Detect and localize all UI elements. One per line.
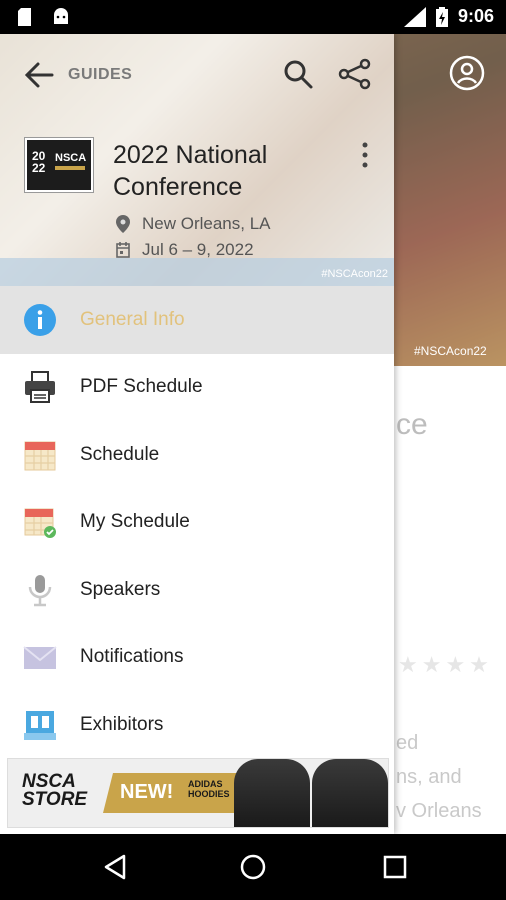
menu-item-label: My Schedule	[80, 511, 190, 533]
android-icon	[54, 8, 68, 24]
menu-item-label: Speakers	[80, 578, 161, 600]
status-time: 9:06	[457, 6, 494, 26]
menu-item-label: PDF Schedule	[80, 376, 203, 398]
menu-item-my-schedule[interactable]: My Schedule	[0, 489, 394, 557]
menu-item-label: Exhibitors	[80, 713, 164, 735]
background-heading: ce	[396, 408, 428, 441]
header-hashtag: #NSCAcon22	[321, 268, 388, 280]
banner-brand-text: ADIDAS HOODIES	[188, 779, 230, 799]
drawer-header: #NSCAcon22 GUIDES 20 22 NSCA 2022 Nationa…	[0, 34, 394, 286]
logo-org: NSCA	[55, 152, 87, 164]
background-text-line: v Orleans	[396, 800, 482, 822]
background-rating-stars: ★★★★	[398, 652, 493, 677]
date-row: Jul 6 – 9, 2022	[116, 240, 254, 260]
menu-item-label: Schedule	[80, 443, 160, 465]
info-icon	[22, 302, 58, 338]
back-arrow-icon[interactable]	[22, 58, 56, 92]
microphone-icon	[22, 572, 58, 608]
status-bar: 9:06	[0, 0, 506, 34]
hoodie-image	[234, 759, 310, 827]
search-icon[interactable]	[282, 58, 314, 90]
conference-title: 2022 National Conference	[113, 141, 268, 201]
store-banner-ad[interactable]: NSCA STORE NEW! ADIDAS HOODIES	[7, 758, 389, 828]
logo-year: 20 22	[32, 149, 46, 175]
sd-card-icon	[18, 8, 31, 26]
location-row: New Orleans, LA	[116, 214, 271, 234]
profile-icon[interactable]	[448, 54, 486, 92]
background-text-line: ns, and	[396, 766, 462, 788]
menu-item-label: General Info	[80, 308, 185, 330]
printer-icon	[22, 369, 58, 405]
menu-item-speakers[interactable]: Speakers	[0, 556, 394, 624]
menu-item-general-info[interactable]: General Info	[0, 286, 394, 354]
location-text: New Orleans, LA	[142, 214, 271, 233]
drawer-menu: General Info PDF Schedule Schedule My Sc…	[0, 286, 394, 759]
guides-back-label[interactable]: GUIDES	[68, 66, 132, 84]
navigation-drawer: #NSCAcon22 GUIDES 20 22 NSCA 2022 Nationa…	[0, 34, 394, 834]
background-hashtag: #NSCAcon22	[414, 344, 487, 358]
map-pin-icon	[116, 215, 130, 233]
menu-item-notifications[interactable]: Notifications	[0, 624, 394, 692]
lte-signal-icon	[403, 6, 426, 27]
conference-logo: 20 22 NSCA	[25, 138, 93, 192]
banner-store-text: NSCA STORE	[22, 771, 88, 810]
envelope-icon	[22, 639, 58, 675]
menu-item-schedule[interactable]: Schedule	[0, 421, 394, 489]
background-text-line: ed	[396, 732, 419, 754]
menu-item-pdf-schedule[interactable]: PDF Schedule	[0, 354, 394, 422]
system-nav-bar	[0, 834, 506, 900]
banner-new-text: NEW!	[120, 781, 174, 803]
more-options-icon[interactable]	[358, 140, 372, 170]
booth-icon	[22, 707, 58, 743]
calendar-check-icon	[22, 504, 58, 540]
calendar-icon	[22, 437, 58, 473]
menu-item-label: Notifications	[80, 646, 184, 668]
nav-home-icon[interactable]	[238, 852, 268, 882]
calendar-small-icon	[116, 242, 130, 258]
nav-back-icon[interactable]	[100, 852, 130, 882]
share-icon[interactable]	[338, 58, 372, 90]
battery-icon	[435, 6, 448, 27]
nav-recents-icon[interactable]	[380, 852, 410, 882]
hoodie-image	[312, 759, 388, 827]
menu-item-exhibitors[interactable]: Exhibitors	[0, 691, 394, 759]
date-text: Jul 6 – 9, 2022	[142, 240, 254, 259]
